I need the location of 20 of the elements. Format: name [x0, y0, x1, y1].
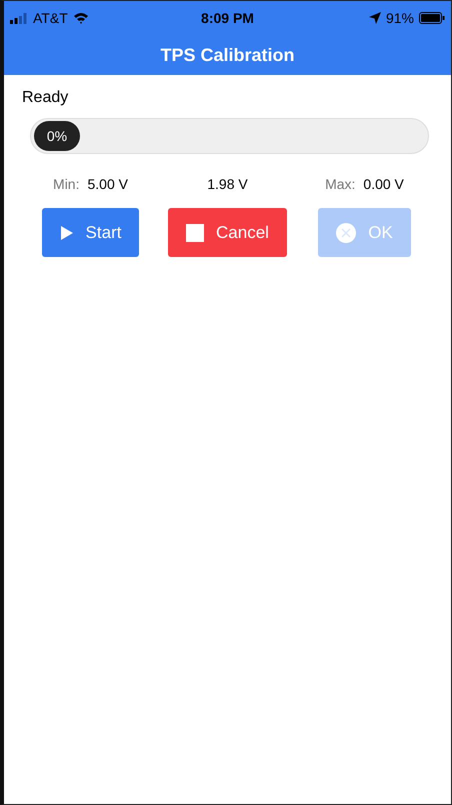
battery-icon — [418, 12, 445, 24]
battery-percent: 91% — [386, 10, 414, 26]
wifi-icon — [72, 12, 89, 24]
reading-value: 5.00 V — [87, 176, 128, 192]
status-text: Ready — [22, 89, 68, 107]
reading-value: 1.98 V — [207, 176, 248, 192]
play-icon — [60, 224, 74, 240]
close-icon — [336, 222, 356, 242]
start-button[interactable]: Start — [42, 208, 140, 257]
stop-icon — [186, 224, 204, 242]
reading-label: Min: — [53, 176, 80, 192]
signal-icon — [10, 12, 28, 24]
cancel-button[interactable]: Cancel — [168, 208, 287, 257]
carrier-label: AT&T — [33, 10, 68, 26]
progress-percent: 0% — [46, 128, 68, 144]
location-arrow-icon — [368, 12, 381, 24]
clock-time: 8:09 PM — [201, 10, 254, 26]
reading-label: Max: — [325, 176, 356, 192]
reading-value: 0.00 V — [363, 176, 404, 192]
screen-title: TPS Calibration — [159, 44, 296, 66]
